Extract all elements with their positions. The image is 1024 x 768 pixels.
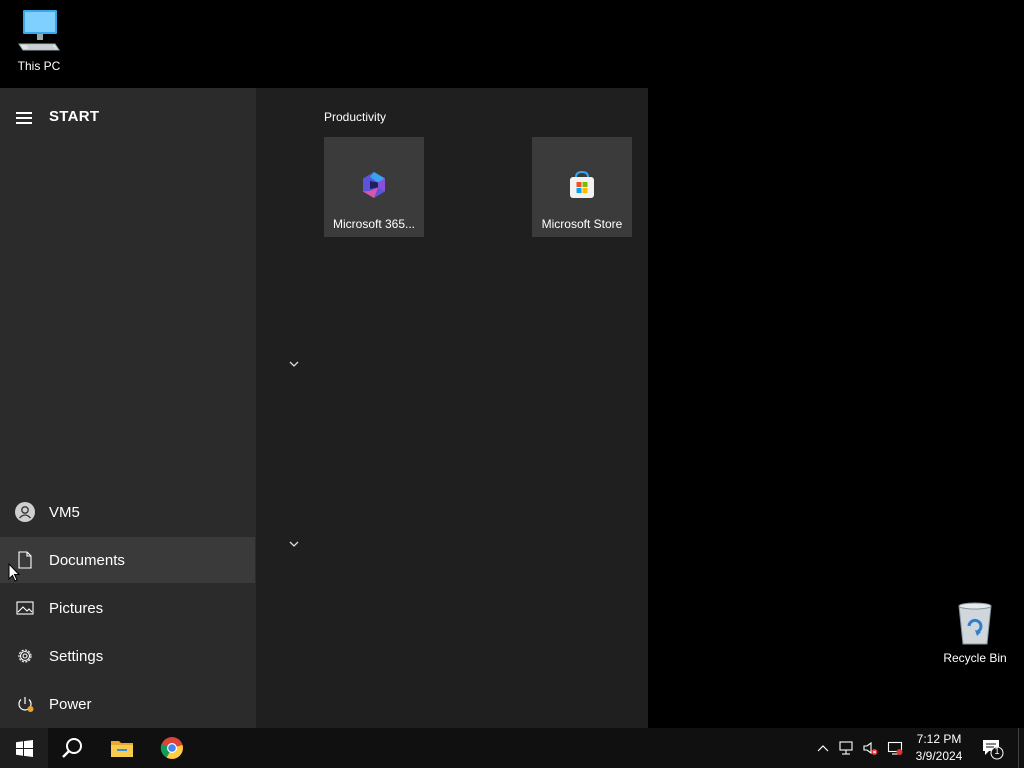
start-menu-sidebar: START VM5 Documents Pictures Settings Po… [0, 88, 256, 728]
gear-icon [13, 644, 37, 668]
clock-date: 3/9/2024 [915, 749, 963, 763]
clock-time: 7:12 PM [916, 732, 962, 746]
sidebar-item-user[interactable]: VM5 [0, 489, 255, 535]
search-button[interactable] [48, 728, 96, 768]
notification-count-badge: 1 [994, 746, 1000, 756]
recycle-bin-label: Recycle Bin [943, 651, 1007, 665]
tile-microsoft-store[interactable]: Microsoft Store [532, 137, 632, 237]
microsoft-store-icon [570, 170, 594, 198]
tile-microsoft-365[interactable]: Microsoft 365... [324, 137, 424, 237]
documents-label: Documents [49, 551, 125, 569]
recycle-bin-icon [958, 602, 992, 645]
user-avatar-icon [13, 500, 37, 524]
sidebar-item-settings[interactable]: Settings [0, 633, 255, 679]
chrome-icon [160, 737, 183, 759]
volume-muted-icon[interactable] [862, 740, 878, 756]
file-explorer-button[interactable] [98, 728, 146, 768]
this-pc-label: This PC [17, 59, 61, 73]
display-icon[interactable] [887, 740, 903, 756]
sidebar-item-power[interactable]: Power [0, 681, 255, 727]
group-label-productivity: Productivity [324, 110, 387, 124]
desktop-icon-this-pc[interactable]: This PC [4, 8, 74, 73]
desktop-icon-recycle-bin[interactable]: Recycle Bin [940, 600, 1010, 665]
sidebar-item-documents[interactable]: Documents [0, 537, 255, 583]
search-icon [62, 738, 82, 758]
system-clock[interactable]: 7:12 PM 3/9/2024 [908, 731, 970, 765]
hamburger-menu-icon[interactable] [16, 112, 32, 124]
file-explorer-icon [111, 741, 133, 757]
chevron-down-icon[interactable] [288, 360, 300, 368]
chrome-button[interactable] [148, 728, 196, 768]
chevron-down-icon[interactable] [288, 540, 300, 548]
tile-label: Microsoft 365... [332, 217, 416, 231]
microsoft-365-icon [363, 172, 385, 198]
computer-icon [18, 10, 60, 51]
start-icon [15, 739, 33, 757]
chevron-up-icon[interactable] [815, 740, 831, 756]
start-menu: START VM5 Documents Pictures Settings Po… [0, 88, 648, 728]
user-name-label: VM5 [49, 503, 80, 521]
sidebar-item-pictures[interactable]: Pictures [0, 585, 255, 631]
pictures-label: Pictures [49, 599, 104, 617]
pictures-icon [13, 596, 37, 620]
power-icon [13, 692, 37, 716]
show-desktop-button[interactable] [1018, 728, 1019, 768]
notification-center-button[interactable]: 1 [980, 736, 1004, 760]
power-label: Power [49, 695, 92, 713]
network-icon[interactable] [838, 740, 854, 756]
start-button[interactable] [0, 728, 48, 768]
tile-label: Microsoft Store [541, 217, 623, 231]
start-menu-title: START [49, 108, 100, 125]
mouse-cursor-icon [8, 563, 20, 582]
settings-label: Settings [49, 647, 104, 665]
taskbar: 7:12 PM 3/9/2024 1 [0, 728, 1024, 768]
